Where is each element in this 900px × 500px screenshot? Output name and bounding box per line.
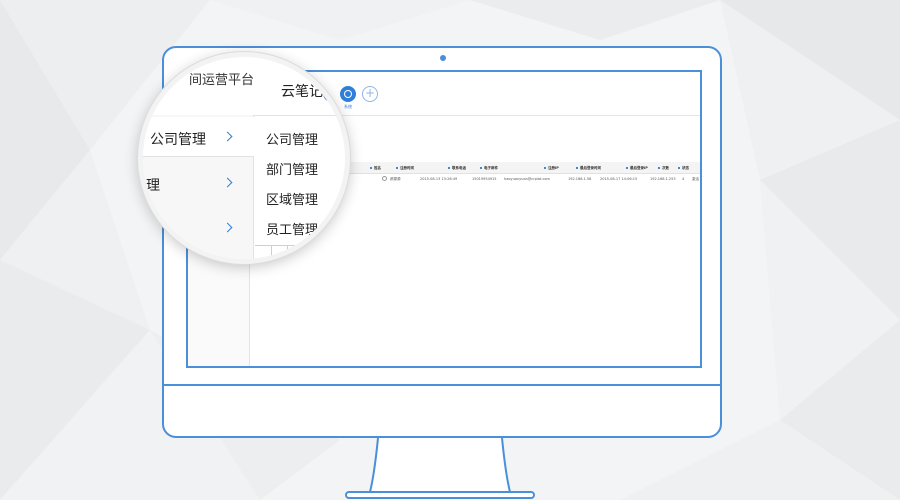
cell-phone: 15019954915 [472, 177, 497, 181]
submenu-department-manage[interactable]: 部门管理 [266, 159, 318, 178]
col-register-ip[interactable]: 注册IP [544, 162, 559, 174]
cell-last-login-time: 2015-08-17 14:06:15 [600, 177, 638, 181]
platform-title: 间运营平台 [189, 73, 255, 88]
col-status[interactable]: 状态 [678, 162, 689, 174]
monitor-stand [345, 437, 535, 499]
globe-icon[interactable] [323, 85, 340, 102]
table-header: 姓名 注册时间 联系电话 电子邮件 注册IP 最后登录时间 最后登录IP 次数 … [348, 162, 700, 174]
cell-email: haoyuanyuan@crplat.com [504, 177, 550, 181]
monitor-chin-divider [164, 384, 720, 386]
col-phone[interactable]: 联系电话 [448, 162, 466, 174]
col-register-time[interactable]: 注册时间 [396, 162, 414, 174]
cell-last-login-ip: 192.168.1.253 [650, 177, 676, 181]
cell-status: 激活 [692, 177, 699, 181]
cell-register-time: 2015-08-13 13:26:49 [420, 177, 458, 181]
magnifier-lens: 间运营平台 云笔记 公司管理 理 公司管理 部门管理 区域管理 员工管理 [138, 52, 350, 264]
col-name[interactable]: 姓名 [370, 162, 381, 174]
cell-count: 4 [682, 177, 685, 181]
table-row[interactable]: 郝源源 2015-08-13 13:26:49 15019954915 haoy… [348, 174, 700, 184]
sidebar-item-manage[interactable]: 理 [146, 175, 160, 195]
sidebar-item-company[interactable]: 公司管理 [150, 129, 206, 149]
submenu-employee-manage[interactable]: 员工管理 [266, 219, 318, 238]
add-module-button[interactable]: + [362, 86, 378, 102]
submenu-company-manage[interactable]: 公司管理 [266, 129, 318, 148]
cell-name: 郝源源 [390, 177, 401, 181]
col-last-login-time[interactable]: 最后登录时间 [576, 162, 601, 174]
col-email[interactable]: 电子邮件 [480, 162, 498, 174]
col-count[interactable]: 次数 [658, 162, 669, 174]
magnified-view: 间运营平台 云笔记 公司管理 理 公司管理 部门管理 区域管理 员工管理 [143, 57, 345, 259]
webcam-dot [440, 55, 446, 61]
row-radio[interactable] [382, 176, 387, 181]
cell-register-ip: 192.168.1.58 [568, 177, 592, 181]
app-name: 云笔记 [281, 84, 323, 100]
submenu-region-manage[interactable]: 区域管理 [266, 189, 318, 208]
col-last-login-ip[interactable]: 最后登录IP [626, 162, 648, 174]
